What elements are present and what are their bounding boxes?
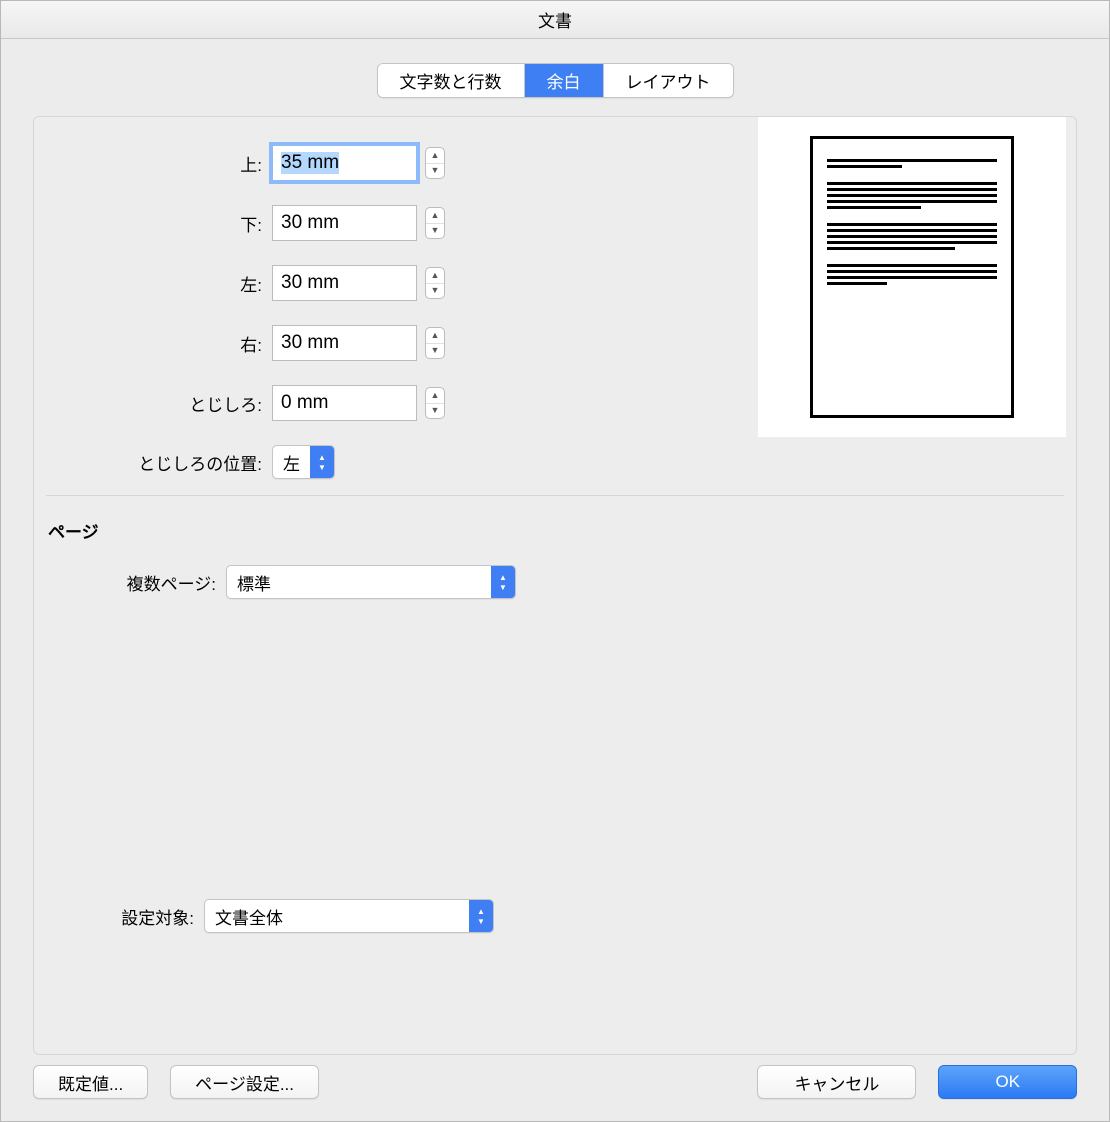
right-margin-label: 右: bbox=[44, 331, 272, 356]
gutter-position-value: 左 bbox=[273, 446, 310, 478]
apply-to-label: 設定対象: bbox=[44, 904, 204, 929]
apply-to-value: 文書全体 bbox=[205, 900, 469, 932]
gutter-stepper[interactable]: ▲ ▼ bbox=[425, 387, 445, 419]
multi-pages-label: 複数ページ: bbox=[44, 570, 226, 595]
bottom-margin-label: 下: bbox=[44, 211, 272, 236]
tab-segmented-control: 文字数と行数 余白 レイアウト bbox=[377, 63, 734, 98]
chevron-down-icon[interactable]: ▼ bbox=[426, 224, 444, 239]
window-title: 文書 bbox=[538, 7, 572, 32]
select-arrows-icon: ▲▼ bbox=[310, 446, 334, 478]
top-margin-stepper[interactable]: ▲ ▼ bbox=[425, 147, 445, 179]
chevron-down-icon[interactable]: ▼ bbox=[426, 404, 444, 419]
chevron-up-icon[interactable]: ▲ bbox=[426, 388, 444, 404]
bottom-margin-input[interactable]: 30 mm bbox=[272, 205, 417, 241]
top-margin-label: 上: bbox=[44, 151, 272, 176]
chevron-up-icon[interactable]: ▲ bbox=[426, 268, 444, 284]
top-margin-input[interactable]: 35 mm bbox=[272, 145, 417, 181]
button-bar: 既定値... ページ設定... キャンセル OK bbox=[1, 1055, 1109, 1121]
apply-to-select[interactable]: 文書全体 ▲▼ bbox=[204, 899, 494, 933]
bottom-margin-stepper[interactable]: ▲ ▼ bbox=[425, 207, 445, 239]
chevron-up-icon[interactable]: ▲ bbox=[426, 208, 444, 224]
right-margin-stepper[interactable]: ▲ ▼ bbox=[425, 327, 445, 359]
tab-margins[interactable]: 余白 bbox=[525, 64, 604, 97]
gutter-input[interactable]: 0 mm bbox=[272, 385, 417, 421]
content-area: 文字数と行数 余白 レイアウト bbox=[1, 39, 1109, 1121]
cancel-button[interactable]: キャンセル bbox=[757, 1065, 916, 1099]
chevron-down-icon[interactable]: ▼ bbox=[426, 284, 444, 299]
chevron-up-icon[interactable]: ▲ bbox=[426, 148, 444, 164]
defaults-button[interactable]: 既定値... bbox=[33, 1065, 148, 1099]
chevron-down-icon[interactable]: ▼ bbox=[426, 344, 444, 359]
page-setup-button[interactable]: ページ設定... bbox=[170, 1065, 319, 1099]
left-margin-input[interactable]: 30 mm bbox=[272, 265, 417, 301]
multi-pages-value: 標準 bbox=[227, 566, 491, 598]
dialog-window: 文書 文字数と行数 余白 レイアウト bbox=[0, 0, 1110, 1122]
ok-button[interactable]: OK bbox=[938, 1065, 1077, 1099]
multi-pages-select[interactable]: 標準 ▲▼ bbox=[226, 565, 516, 599]
gutter-position-select[interactable]: 左 ▲▼ bbox=[272, 445, 335, 479]
select-arrows-icon: ▲▼ bbox=[469, 900, 493, 932]
settings-panel: 上: 35 mm ▲ ▼ 下: 30 mm ▲ ▼ 左: 30 mm bbox=[33, 116, 1077, 1055]
page-preview-page bbox=[810, 136, 1014, 418]
select-arrows-icon: ▲▼ bbox=[491, 566, 515, 598]
chevron-down-icon[interactable]: ▼ bbox=[426, 164, 444, 179]
tab-bar: 文字数と行数 余白 レイアウト bbox=[1, 39, 1109, 98]
divider bbox=[46, 495, 1064, 496]
left-margin-stepper[interactable]: ▲ ▼ bbox=[425, 267, 445, 299]
titlebar: 文書 bbox=[1, 1, 1109, 39]
gutter-label: とじしろ: bbox=[44, 391, 272, 416]
tab-layout[interactable]: レイアウト bbox=[604, 64, 733, 97]
pages-heading: ページ bbox=[48, 518, 1066, 543]
tab-chars-lines[interactable]: 文字数と行数 bbox=[378, 64, 525, 97]
gutter-position-label: とじしろの位置: bbox=[44, 450, 272, 475]
page-preview bbox=[758, 117, 1066, 437]
left-margin-label: 左: bbox=[44, 271, 272, 296]
right-margin-input[interactable]: 30 mm bbox=[272, 325, 417, 361]
chevron-up-icon[interactable]: ▲ bbox=[426, 328, 444, 344]
